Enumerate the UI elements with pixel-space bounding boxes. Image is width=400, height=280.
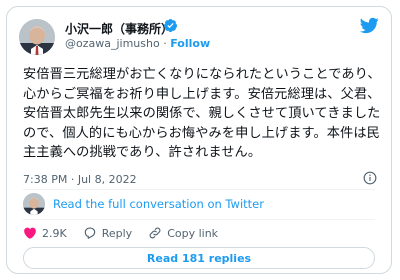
author-name[interactable]: 小沢一郎（事務所） (65, 20, 173, 37)
twitter-bird-icon[interactable] (359, 17, 379, 34)
tweet-timestamp[interactable]: 7:38 PM · Jul 8, 2022 (23, 173, 137, 186)
heart-icon (24, 227, 36, 239)
reply-label: Reply (101, 226, 133, 240)
copy-link-label: Copy link (167, 226, 219, 240)
follow-link[interactable]: Follow (170, 37, 210, 50)
verified-badge-icon (163, 18, 178, 33)
meta-separator: · (70, 173, 75, 186)
like-action[interactable]: 2.9K (23, 226, 67, 240)
like-count: 2.9K (42, 226, 67, 240)
tweet-text: 安倍晋三元総理がお亡くなりになられたということであり、心からご冥福をお祈り申し上… (23, 67, 381, 161)
avatar[interactable] (19, 19, 55, 55)
tweet-card: 小沢一郎（事務所） @ozawa_jimusho · Follow 安倍晋三元総… (6, 6, 392, 274)
reply-icon (84, 227, 95, 239)
author-handle[interactable]: @ozawa_jimusho (65, 37, 160, 50)
divider (23, 189, 375, 190)
conversation-avatar (23, 193, 45, 215)
action-bar: 2.9K Reply Copy link (23, 225, 234, 241)
info-icon[interactable] (363, 171, 377, 185)
read-conversation-link[interactable]: Read the full conversation on Twitter (53, 197, 264, 211)
conversation-row[interactable]: Read the full conversation on Twitter (23, 193, 264, 215)
divider (23, 219, 375, 220)
handle-row: @ozawa_jimusho · Follow (65, 37, 210, 50)
separator-dot: · (163, 37, 167, 50)
link-icon (149, 227, 161, 239)
copy-link-action[interactable]: Copy link (148, 226, 218, 240)
tweet-date[interactable]: Jul 8, 2022 (78, 173, 137, 186)
reply-action[interactable]: Reply (83, 226, 132, 240)
tweet-time[interactable]: 7:38 PM (23, 173, 67, 186)
read-replies-button[interactable]: Read 181 replies (23, 247, 375, 269)
